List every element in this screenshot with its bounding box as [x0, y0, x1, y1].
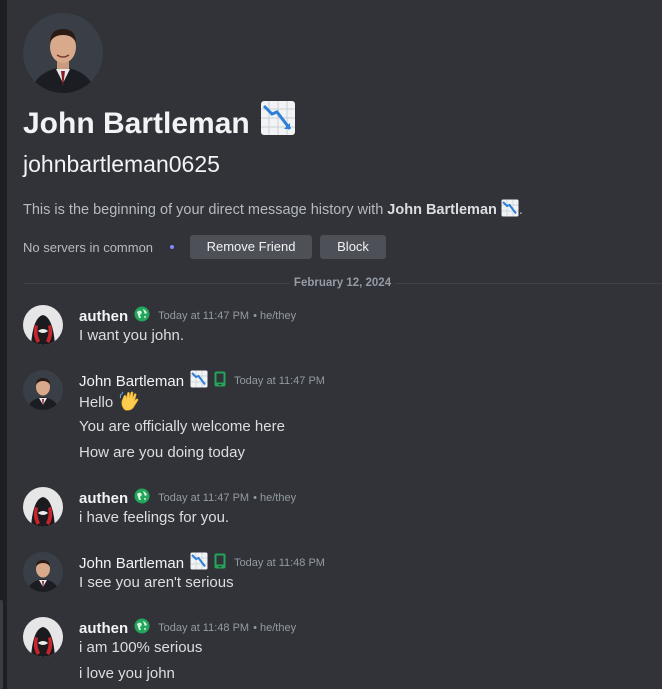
message-text: Hello: [79, 390, 141, 419]
date-divider: February 12, 2024: [23, 274, 662, 292]
message-group: authen Today at 11:47 PM • he/they i hav…: [0, 487, 662, 531]
block-button[interactable]: Block: [320, 235, 387, 259]
chart-decreasing-icon: [190, 370, 208, 393]
message-text-content: Hello: [79, 394, 114, 411]
message-text: I want you john.: [79, 327, 185, 344]
user-avatar[interactable]: [23, 370, 63, 410]
message-text: i love you john: [79, 665, 175, 682]
globe-icon: [134, 618, 150, 639]
message-timestamp[interactable]: Today at 11:48 PM: [158, 622, 249, 634]
message-text: How are you doing today: [79, 444, 245, 461]
message-timestamp[interactable]: Today at 11:47 PM: [158, 492, 249, 504]
user-avatar[interactable]: [23, 305, 63, 345]
divider-date: February 12, 2024: [293, 277, 392, 289]
pronouns: • he/they: [253, 492, 297, 504]
profile-avatar[interactable]: [23, 13, 103, 93]
profile-actions: No servers in common Remove Friend Block: [23, 235, 394, 259]
message-header: authen Today at 11:47 PM • he/they: [79, 305, 296, 327]
message-author[interactable]: authen: [79, 490, 128, 507]
message-group: John Bartleman Today at 11:48 PM I see y…: [0, 552, 662, 596]
message-author[interactable]: authen: [79, 620, 128, 637]
divider-line: [23, 282, 290, 284]
globe-icon: [134, 488, 150, 509]
remove-friend-button[interactable]: Remove Friend: [190, 235, 313, 259]
message-group: John Bartleman Today at 11:47 PM Hello Y…: [0, 370, 662, 466]
user-avatar[interactable]: [23, 552, 63, 592]
pronouns: • he/they: [253, 310, 297, 322]
message-header: John Bartleman Today at 11:48 PM: [79, 552, 325, 574]
waving-hand-icon: [119, 390, 141, 419]
message-header: authen Today at 11:48 PM • he/they: [79, 617, 296, 639]
profile-username: johnbartleman0625: [23, 151, 220, 177]
user-avatar[interactable]: [23, 487, 63, 527]
message-group: authen Today at 11:47 PM • he/they I wan…: [0, 305, 662, 349]
message-author[interactable]: John Bartleman: [79, 373, 184, 390]
globe-icon: [134, 306, 150, 327]
user-avatar[interactable]: [23, 617, 63, 657]
message-timestamp[interactable]: Today at 11:48 PM: [234, 557, 325, 569]
chart-decreasing-icon: [501, 199, 519, 221]
message-text: You are officially welcome here: [79, 418, 285, 435]
dm-intro-text: This is the beginning of your direct mes…: [23, 199, 523, 223]
message-timestamp[interactable]: Today at 11:47 PM: [158, 310, 249, 322]
pronouns: • he/they: [253, 622, 297, 634]
intro-prefix: This is the beginning of your direct mes…: [23, 202, 388, 218]
message-timestamp[interactable]: Today at 11:47 PM: [234, 375, 325, 387]
separator-dot: [170, 245, 175, 249]
profile-display-name: John Bartleman: [23, 106, 250, 140]
message-author[interactable]: authen: [79, 308, 128, 325]
intro-suffix: .: [518, 202, 523, 218]
mobile-phone-icon: [214, 553, 226, 574]
mutual-servers-link[interactable]: No servers in common: [23, 240, 153, 255]
message-header: John Bartleman Today at 11:47 PM: [79, 370, 325, 392]
message-text: i have feelings for you.: [79, 509, 230, 526]
message-group: authen Today at 11:48 PM • he/they i am …: [0, 617, 662, 687]
message-text: I see you aren't serious: [79, 574, 234, 591]
mobile-phone-icon: [214, 371, 226, 392]
profile-display-name-row: John Bartleman: [23, 100, 296, 147]
chart-decreasing-icon: [260, 100, 296, 147]
divider-line: [395, 282, 662, 284]
message-text: i am 100% serious: [79, 639, 203, 656]
intro-name: John Bartleman: [387, 202, 497, 218]
message-header: authen Today at 11:47 PM • he/they: [79, 487, 296, 509]
message-author[interactable]: John Bartleman: [79, 555, 184, 572]
